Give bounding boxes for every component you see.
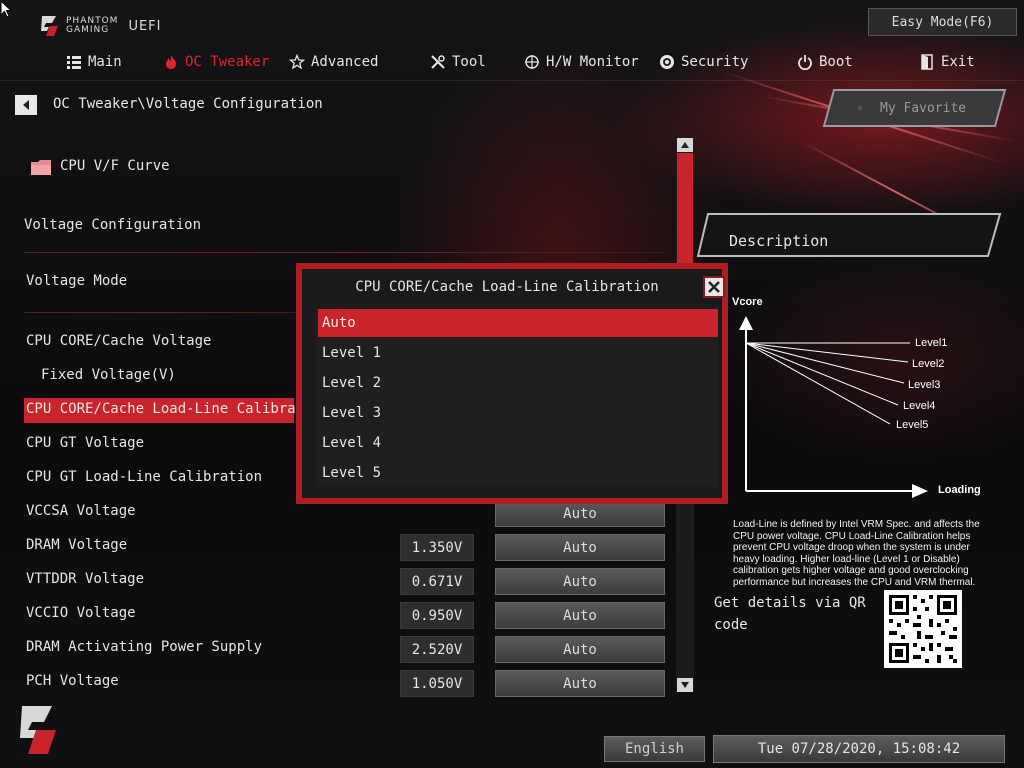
folder-icon xyxy=(31,160,51,175)
tab-label: Main xyxy=(88,54,122,70)
option-level-5[interactable]: Level 5 xyxy=(318,459,718,487)
system-datetime[interactable]: Tue 07/28/2020, 15:08:42 xyxy=(713,735,1005,763)
close-icon xyxy=(708,281,720,293)
voltage-mode-label[interactable]: Voltage Mode xyxy=(26,273,127,289)
tab-label: Boot xyxy=(819,54,853,70)
brand-logo: PHANTOM GAMING UEFI xyxy=(38,12,178,40)
diagram-level-label: Level3 xyxy=(908,379,940,391)
tab-label: OC Tweaker xyxy=(185,54,270,70)
dram-activating-power-option[interactable]: Auto xyxy=(495,636,665,663)
dialog-title: CPU CORE/Cache Load-Line Calibration xyxy=(355,279,659,295)
description-title: Description xyxy=(729,232,829,250)
arrow-down-icon xyxy=(681,682,689,688)
vttddr-voltage-value: 0.671V xyxy=(400,568,474,595)
tab-exit[interactable]: Exit xyxy=(919,52,975,72)
star-icon xyxy=(289,54,305,70)
dram-activating-power-value: 2.520V xyxy=(400,636,474,663)
arrow-up-icon xyxy=(681,142,689,148)
scrollbar-thumb[interactable] xyxy=(677,153,693,265)
option-level-3[interactable]: Level 3 xyxy=(318,399,718,427)
setting-cpu-gt-voltage[interactable]: CPU GT Voltage xyxy=(26,435,144,451)
back-arrow-icon xyxy=(23,100,29,110)
setting-fixed-voltage[interactable]: Fixed Voltage(V) xyxy=(41,367,176,383)
easy-mode-button[interactable]: Easy Mode(F6) xyxy=(868,8,1017,36)
section-divider xyxy=(24,252,664,253)
vttddr-voltage-option[interactable]: Auto xyxy=(495,568,665,595)
setting-pch-voltage[interactable]: PCH Voltage xyxy=(26,673,119,689)
vccsa-option[interactable]: Auto xyxy=(495,500,665,527)
favorite-star-icon: ★ xyxy=(856,100,864,115)
dram-voltage-option[interactable]: Auto xyxy=(495,534,665,561)
back-button[interactable] xyxy=(15,95,37,115)
language-button[interactable]: English xyxy=(604,736,705,762)
vccio-voltage-value: 0.950V xyxy=(400,602,474,629)
diagram-level-label: Level4 xyxy=(903,400,935,412)
tools-icon xyxy=(431,55,445,69)
pch-voltage-value: 1.050V xyxy=(400,670,474,697)
tab-hw-monitor[interactable]: H/W Monitor xyxy=(524,52,639,72)
diagram-level-label: Level1 xyxy=(915,337,947,349)
close-button[interactable] xyxy=(703,276,725,298)
my-favorite-button[interactable]: My Favorite xyxy=(880,101,966,116)
shield-icon xyxy=(660,55,674,69)
mouse-cursor-icon xyxy=(0,0,12,18)
diagram-y-label: Vcore xyxy=(732,296,763,308)
tab-label: Advanced xyxy=(311,54,379,70)
setting-vttddr-voltage[interactable]: VTTDDR Voltage xyxy=(26,571,144,587)
exit-icon xyxy=(921,54,933,70)
phantom-gaming-logo-icon xyxy=(41,16,58,36)
diagram-level-label: Level2 xyxy=(912,358,944,370)
setting-cpu-gt-llc[interactable]: CPU GT Load-Line Calibration xyxy=(26,469,262,485)
option-auto[interactable]: Auto xyxy=(318,309,718,337)
flame-icon xyxy=(166,55,176,69)
brand-suffix: UEFI xyxy=(128,18,162,34)
submenu-cpu-vf-curve[interactable]: CPU V/F Curve xyxy=(60,158,170,174)
tab-main[interactable]: Main xyxy=(66,52,122,72)
tab-label: Tool xyxy=(452,54,486,70)
qr-code-label: Get details via QR code xyxy=(714,595,866,633)
tab-security[interactable]: Security xyxy=(659,52,748,72)
setting-cpu-core-cache-voltage[interactable]: CPU CORE/Cache Voltage xyxy=(26,333,211,349)
tab-tool[interactable]: Tool xyxy=(430,52,486,72)
brand-line2: GAMING xyxy=(66,25,110,35)
tab-label: Security xyxy=(681,54,749,70)
tab-oc-tweaker[interactable]: OC Tweaker xyxy=(163,52,269,72)
setting-cpu-core-cache-llc[interactable]: CPU CORE/Cache Load-Line Calibrat xyxy=(26,401,304,417)
breadcrumb: OC Tweaker\Voltage Configuration xyxy=(53,96,323,112)
vccio-voltage-option[interactable]: Auto xyxy=(495,602,665,629)
setting-vccio-voltage[interactable]: VCCIO Voltage xyxy=(26,605,136,621)
description-text: Load-Line is defined by Intel VRM Spec. … xyxy=(733,519,980,588)
setting-dram-activating-power[interactable]: DRAM Activating Power Supply xyxy=(26,639,262,655)
pch-voltage-option[interactable]: Auto xyxy=(495,670,665,697)
power-icon xyxy=(798,55,812,70)
nav-divider xyxy=(0,80,1024,81)
section-divider xyxy=(24,312,296,313)
scroll-down-button[interactable] xyxy=(677,678,693,692)
setting-vccsa-voltage[interactable]: VCCSA Voltage xyxy=(26,503,136,519)
load-line-diagram: Vcore Loading Level1 Level2 Level3 Level… xyxy=(732,296,981,498)
option-level-2[interactable]: Level 2 xyxy=(318,369,718,397)
setting-dram-voltage[interactable]: DRAM Voltage xyxy=(26,537,127,553)
option-level-4[interactable]: Level 4 xyxy=(318,429,718,457)
diagram-x-label: Loading xyxy=(938,484,981,496)
list-icon xyxy=(67,56,81,69)
option-list: Auto Level 1 Level 2 Level 3 Level 4 Lev… xyxy=(316,309,718,487)
tab-label: H/W Monitor xyxy=(546,54,639,70)
dram-voltage-value: 1.350V xyxy=(400,534,474,561)
tab-label: Exit xyxy=(941,54,975,70)
section-title: Voltage Configuration xyxy=(24,217,202,233)
diagram-level-label: Level5 xyxy=(896,419,928,431)
scroll-up-button[interactable] xyxy=(677,138,693,152)
load-line-calibration-dialog: CPU CORE/Cache Load-Line Calibration Aut… xyxy=(296,263,728,504)
tab-advanced[interactable]: Advanced xyxy=(289,52,378,72)
crosshair-icon xyxy=(525,55,539,69)
phantom-gaming-logo-icon xyxy=(20,706,56,754)
qr-code-image xyxy=(884,590,962,668)
dialog-body: CPU CORE/Cache Load-Line Calibration Aut… xyxy=(302,269,725,498)
tab-boot[interactable]: Boot xyxy=(797,52,853,72)
option-level-1[interactable]: Level 1 xyxy=(318,339,718,367)
